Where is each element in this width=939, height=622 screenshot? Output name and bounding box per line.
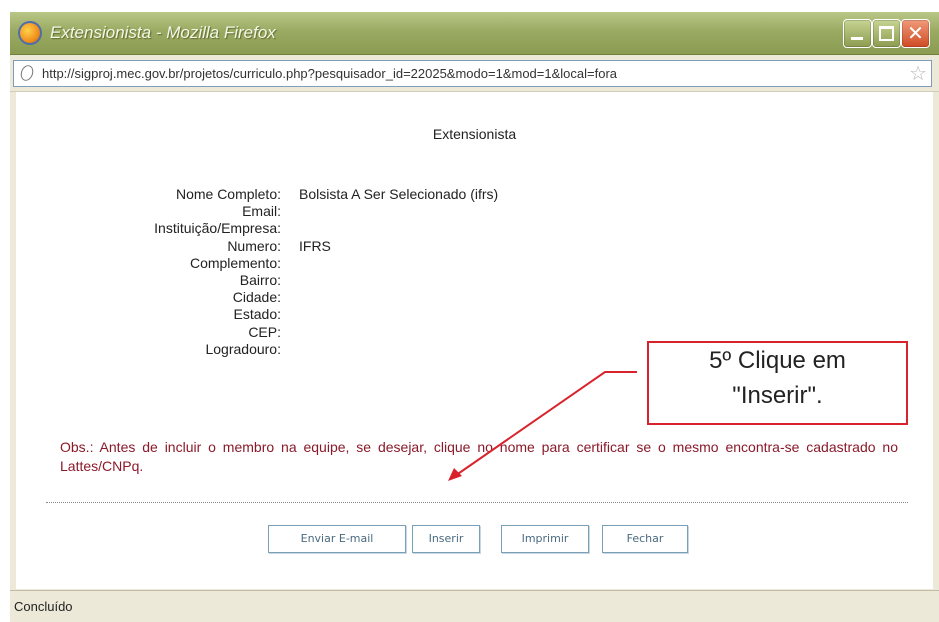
page-icon: [18, 63, 36, 83]
annotation-callout: 5º Clique em "Inserir".: [647, 341, 908, 425]
enviar-email-button[interactable]: Enviar E-mail: [268, 525, 406, 553]
callout-line-1: 5º Clique em: [709, 347, 846, 374]
status-text: Concluído: [14, 599, 73, 614]
fechar-button[interactable]: Fechar: [602, 525, 688, 553]
field-labels: Nome Completo: Email: Instituição/Empres…: [16, 186, 281, 358]
label-nome-completo: Nome Completo:: [175, 186, 281, 202]
label-instituicao: Instituição/Empresa:: [154, 220, 281, 237]
value-instituicao: IFRS: [299, 238, 331, 254]
value-nome-completo: Bolsista A Ser Selecionado (ifrs): [299, 186, 499, 202]
bookmark-star-icon[interactable]: ☆: [909, 62, 927, 84]
label-numero: Numero:: [227, 237, 281, 254]
browser-window: Extensionista - Mozilla Firefox ✕ http:/…: [10, 12, 939, 622]
minimize-button[interactable]: [843, 19, 872, 48]
address-bar: http://sigproj.mec.gov.br/projetos/curri…: [10, 55, 939, 92]
label-email: Email:: [242, 203, 281, 220]
title-bar[interactable]: Extensionista - Mozilla Firefox ✕: [10, 12, 939, 55]
inserir-button[interactable]: Inserir: [412, 525, 480, 553]
obs-note: Obs.: Antes de incluir o membro na equip…: [60, 439, 898, 474]
label-estado: Estado:: [233, 306, 281, 323]
minimize-icon: [851, 37, 863, 40]
page-content: Extensionista Nome Completo: Email: Inst…: [16, 92, 933, 589]
maximize-button[interactable]: [872, 19, 901, 48]
window-title: Extensionista - Mozilla Firefox: [50, 23, 276, 42]
label-logradouro: Logradouro:: [205, 340, 281, 357]
label-cep: CEP:: [248, 323, 281, 340]
label-bairro: Bairro:: [239, 271, 281, 288]
maximize-icon: [879, 26, 894, 41]
imprimir-button[interactable]: Imprimir: [501, 525, 589, 553]
close-icon: ✕: [907, 21, 924, 45]
close-window-button[interactable]: ✕: [901, 19, 930, 48]
status-bar: Concluído: [10, 590, 939, 622]
label-complemento: Complemento:: [189, 254, 281, 271]
page-title: Extensionista: [432, 126, 517, 142]
label-cidade: Cidade:: [232, 289, 281, 306]
url-text[interactable]: http://sigproj.mec.gov.br/projetos/curri…: [42, 66, 617, 81]
divider: [46, 502, 908, 503]
firefox-icon: [18, 21, 42, 45]
callout-line-2: "Inserir".: [732, 382, 823, 409]
url-field[interactable]: http://sigproj.mec.gov.br/projetos/curri…: [13, 60, 932, 87]
